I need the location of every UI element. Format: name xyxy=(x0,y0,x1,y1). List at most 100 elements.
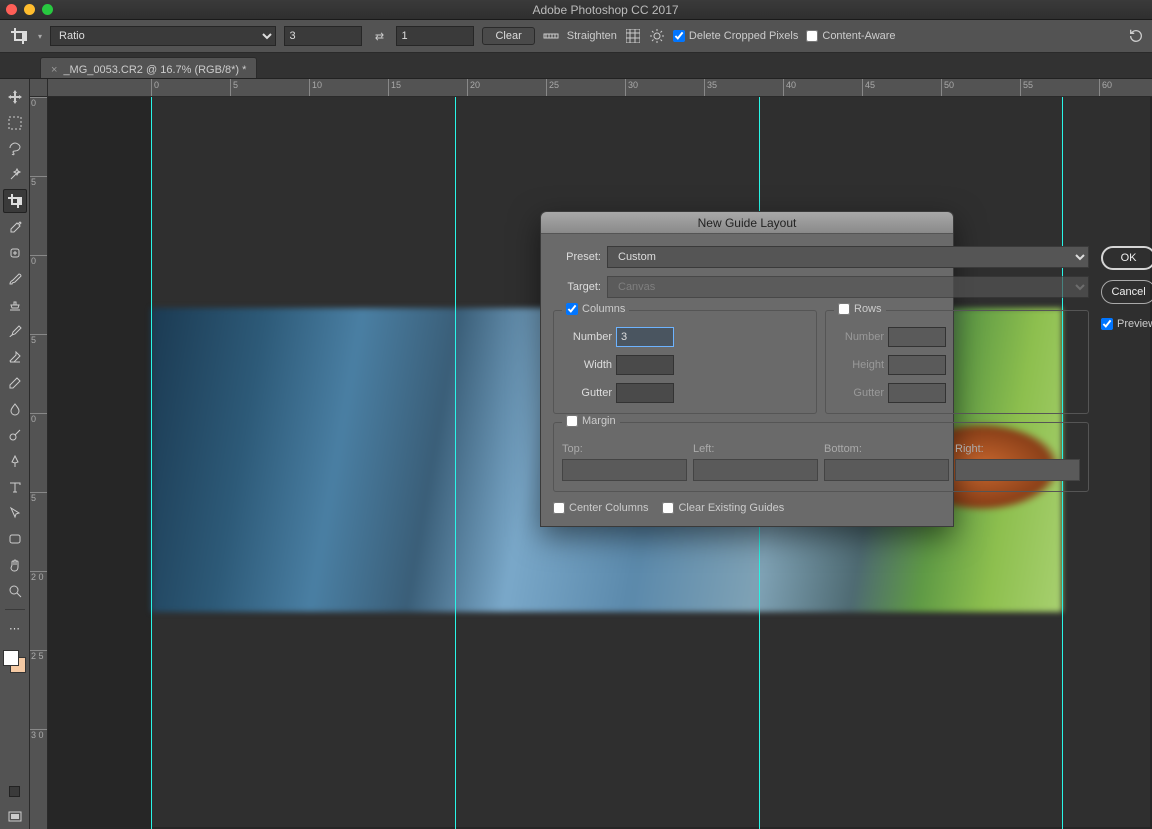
toolbox: ⋯ xyxy=(0,79,30,829)
guide-vertical[interactable] xyxy=(455,97,456,829)
target-label: Target: xyxy=(553,281,601,293)
canvas-area: 051015202530354045505560 0505052 02 53 0… xyxy=(30,79,1152,829)
gradient-tool[interactable] xyxy=(3,371,27,395)
center-columns-checkbox[interactable]: Center Columns xyxy=(553,502,648,514)
target-select: Canvas xyxy=(607,276,1089,298)
columns-gutter-input[interactable] xyxy=(616,383,674,403)
rows-number-input xyxy=(888,327,946,347)
crop-width-input[interactable] xyxy=(284,26,362,46)
ruler-tick: 45 xyxy=(862,79,875,96)
tab-title: _MG_0053.CR2 @ 16.7% (RGB/8*) * xyxy=(63,64,246,76)
type-tool[interactable] xyxy=(3,475,27,499)
preset-select[interactable]: Custom xyxy=(607,246,1089,268)
options-bar: ▾ Ratio ⇄ Clear Straighten Delete Croppe… xyxy=(0,20,1152,53)
dodge-tool[interactable] xyxy=(3,423,27,447)
rows-group: Rows Number Height Gutter xyxy=(825,310,1089,414)
window-maximize-button[interactable] xyxy=(42,4,53,15)
blur-tool[interactable] xyxy=(3,397,27,421)
margin-checkbox[interactable] xyxy=(566,415,578,427)
columns-number-label: Number xyxy=(562,331,612,343)
document-tabs: × _MG_0053.CR2 @ 16.7% (RGB/8*) * xyxy=(0,53,1152,79)
rows-checkbox[interactable] xyxy=(838,303,850,315)
eraser-tool[interactable] xyxy=(3,345,27,369)
eyedropper-tool[interactable] xyxy=(3,215,27,239)
columns-width-input[interactable] xyxy=(616,355,674,375)
ruler-tick: 60 xyxy=(1099,79,1112,96)
marquee-tool[interactable] xyxy=(3,111,27,135)
preview-checkbox[interactable]: Preview xyxy=(1101,318,1152,330)
margin-top-input xyxy=(562,459,687,481)
columns-group: Columns Number Width Gutter xyxy=(553,310,817,414)
ruler-tick: 50 xyxy=(941,79,954,96)
tab-close-icon[interactable]: × xyxy=(51,64,57,76)
lasso-tool[interactable] xyxy=(3,137,27,161)
margin-left-label: Left: xyxy=(693,443,818,455)
quickmask-toggle[interactable] xyxy=(9,786,20,797)
columns-gutter-label: Gutter xyxy=(562,387,612,399)
zoom-tool[interactable] xyxy=(3,579,27,603)
crop-tool[interactable] xyxy=(3,189,27,213)
clear-existing-label: Clear Existing Guides xyxy=(678,502,784,514)
crop-height-input[interactable] xyxy=(396,26,474,46)
margin-left-input xyxy=(693,459,818,481)
straighten-label[interactable]: Straighten xyxy=(567,30,617,42)
dialog-title: New Guide Layout xyxy=(541,212,953,234)
toolbox-divider xyxy=(5,609,25,610)
ruler-tick: 15 xyxy=(388,79,401,96)
ruler-tick: 0 xyxy=(30,97,47,108)
crop-tool-icon[interactable] xyxy=(8,25,30,47)
center-columns-label: Center Columns xyxy=(569,502,648,514)
reset-crop-icon[interactable] xyxy=(1128,28,1144,44)
overlay-grid-icon[interactable] xyxy=(625,28,641,44)
ruler-tick: 20 xyxy=(467,79,480,96)
clone-stamp-tool[interactable] xyxy=(3,293,27,317)
crop-ratio-select[interactable]: Ratio xyxy=(50,26,276,46)
content-aware-label: Content-Aware xyxy=(822,30,895,42)
cancel-button[interactable]: Cancel xyxy=(1101,280,1152,304)
color-swatches[interactable] xyxy=(3,650,27,678)
ruler-tick: 2 0 xyxy=(30,571,47,582)
columns-number-input[interactable] xyxy=(616,327,674,347)
ruler-tick: 2 5 xyxy=(30,650,47,661)
margin-right-input xyxy=(955,459,1080,481)
guide-vertical[interactable] xyxy=(151,97,152,829)
history-brush-tool[interactable] xyxy=(3,319,27,343)
straighten-icon[interactable] xyxy=(543,28,559,44)
columns-checkbox[interactable] xyxy=(566,303,578,315)
ruler-tick: 35 xyxy=(704,79,717,96)
margin-head-label: Margin xyxy=(582,415,616,427)
move-tool[interactable] xyxy=(3,85,27,109)
ok-button[interactable]: OK xyxy=(1101,246,1152,270)
horizontal-ruler[interactable]: 051015202530354045505560 xyxy=(48,79,1152,97)
rows-head-label: Rows xyxy=(854,303,882,315)
foreground-color-swatch[interactable] xyxy=(3,650,19,666)
content-aware-checkbox[interactable]: Content-Aware xyxy=(806,30,895,42)
ruler-tick: 5 xyxy=(30,492,47,503)
preview-label: Preview xyxy=(1117,318,1152,330)
clear-existing-checkbox[interactable]: Clear Existing Guides xyxy=(662,502,784,514)
window-close-button[interactable] xyxy=(6,4,17,15)
magic-wand-tool[interactable] xyxy=(3,163,27,187)
ruler-tick: 5 xyxy=(30,334,47,345)
document-tab[interactable]: × _MG_0053.CR2 @ 16.7% (RGB/8*) * xyxy=(40,57,257,78)
healing-brush-tool[interactable] xyxy=(3,241,27,265)
screen-mode-icon[interactable] xyxy=(3,805,27,829)
window-minimize-button[interactable] xyxy=(24,4,35,15)
path-selection-tool[interactable] xyxy=(3,501,27,525)
vertical-ruler[interactable]: 0505052 02 53 0 xyxy=(30,97,48,829)
hand-tool[interactable] xyxy=(3,553,27,577)
pen-tool[interactable] xyxy=(3,449,27,473)
rectangle-tool[interactable] xyxy=(3,527,27,551)
brush-tool[interactable] xyxy=(3,267,27,291)
clear-button[interactable]: Clear xyxy=(482,27,534,45)
rows-height-label: Height xyxy=(834,359,884,371)
edit-toolbar-icon[interactable]: ⋯ xyxy=(3,616,27,640)
ruler-tick: 3 0 xyxy=(30,729,47,740)
swap-ratio-icon[interactable]: ⇄ xyxy=(370,30,388,43)
ruler-tick: 5 xyxy=(30,176,47,187)
ruler-tick: 40 xyxy=(783,79,796,96)
crop-options-gear-icon[interactable] xyxy=(649,28,665,44)
delete-cropped-checkbox[interactable]: Delete Cropped Pixels xyxy=(673,30,798,42)
tool-preset-chevron-icon[interactable]: ▾ xyxy=(38,32,42,41)
main-area: ⋯ 051015202530354045505560 0505052 02 53… xyxy=(0,79,1152,829)
